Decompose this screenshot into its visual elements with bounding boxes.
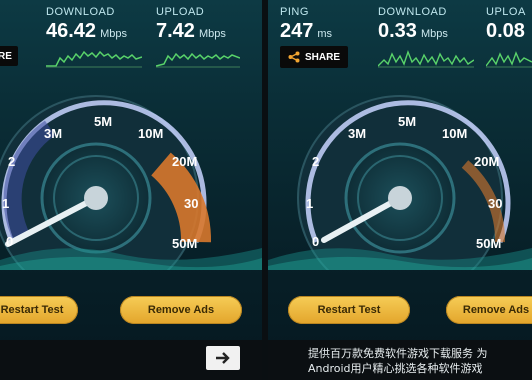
download-label: DOWNLOAD — [378, 6, 447, 18]
gauge-tick-10m: 10M — [138, 126, 163, 141]
upload-label: UPLOAD — [156, 6, 205, 18]
share-icon — [288, 51, 300, 63]
gauge-tick-50m: 50M — [172, 236, 197, 251]
upload-sparkline — [486, 51, 532, 68]
gauge-tick-2: 2 — [8, 154, 15, 169]
restart-test-button[interactable]: Restart Test — [0, 296, 78, 324]
download-value: 46.42 Mbps — [46, 20, 127, 42]
ad-text-line2: Android用户精心挑选各种软件游戏 — [308, 362, 483, 375]
speed-gauge: 0 1 2 3M 5M 10M 20M 30 50M — [0, 95, 262, 270]
gauge-tick-3m: 3M — [44, 126, 62, 141]
gauge-tick-1: 1 — [306, 196, 313, 211]
upload-value: 0.08 — [486, 20, 525, 42]
gauge-tick-5m: 5M — [398, 114, 416, 129]
gauge-tick-5m: 5M — [94, 114, 112, 129]
share-button[interactable]: RE — [0, 46, 18, 66]
ping-label: PING — [280, 6, 309, 18]
download-sparkline — [378, 49, 474, 68]
share-button[interactable]: SHARE — [280, 46, 349, 68]
gauge-tick-0: 0 — [6, 234, 13, 249]
gauge-tick-50m: 50M — [476, 236, 501, 251]
remove-ads-button[interactable]: Remove Ads — [446, 296, 532, 324]
screenshot: DOWNLOAD 46.42Mbps UPLOAD 7.42Mbps RE — [0, 0, 532, 380]
gauge-tick-20m: 20M — [474, 154, 499, 169]
gauge-tick-2: 2 — [312, 154, 319, 169]
gauge-tick-1: 1 — [2, 196, 9, 211]
download-value: 0.33 Mbps — [378, 20, 448, 42]
ad-text-line1: 提供百万款免费软件游戏下载服务 为 — [308, 347, 488, 360]
gauge-tick-3m: 3M — [348, 126, 366, 141]
gauge-tick-30: 30 — [488, 196, 502, 211]
remove-ads-button[interactable]: Remove Ads — [120, 296, 242, 324]
gauge-tick-30: 30 — [184, 196, 198, 211]
left-phone-screen: DOWNLOAD 46.42Mbps UPLOAD 7.42Mbps RE — [0, 0, 262, 380]
right-phone-screen: PING 247 ms DOWNLOAD 0.33 Mbps UPLOA 0.08 … — [268, 0, 532, 380]
arrow-right-icon[interactable] — [206, 346, 240, 370]
upload-label: UPLOA — [486, 6, 526, 18]
restart-test-button[interactable]: Restart Test — [288, 296, 410, 324]
gauge-tick-20m: 20M — [172, 154, 197, 169]
download-label: DOWNLOAD — [46, 6, 115, 18]
speed-gauge: 0 1 2 3M 5M 10M 20M 30 50M — [268, 95, 532, 270]
upload-value: 7.42 Mbps — [156, 20, 226, 42]
gauge-tick-0: 0 — [312, 234, 319, 249]
ping-value: 247 ms — [280, 20, 333, 42]
download-sparkline — [46, 50, 142, 68]
upload-sparkline — [156, 52, 240, 68]
gauge-tick-10m: 10M — [442, 126, 467, 141]
